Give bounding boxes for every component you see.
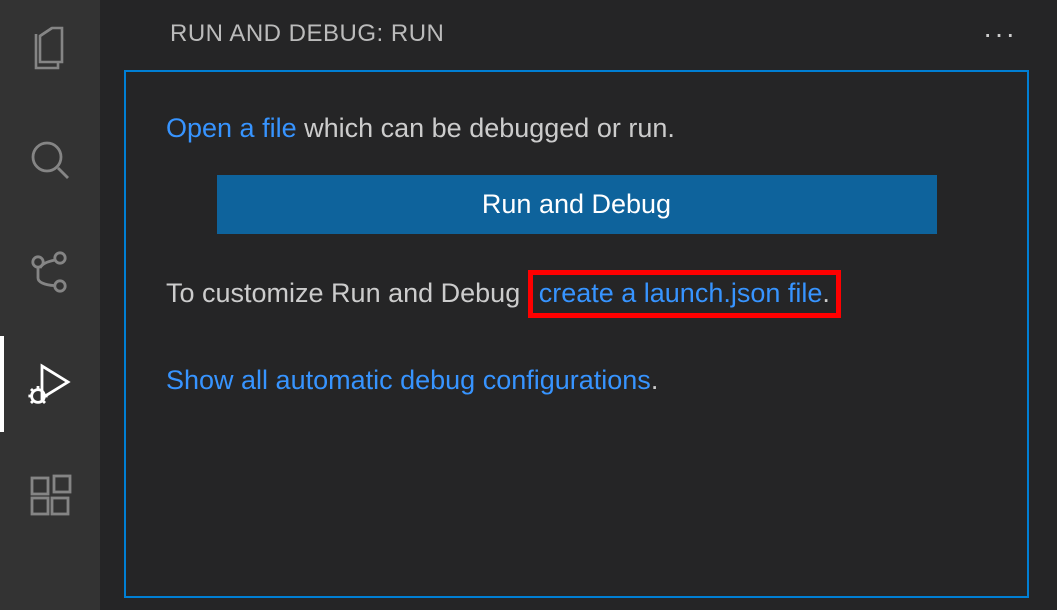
- activity-explorer[interactable]: [0, 18, 100, 78]
- activity-run-debug[interactable]: [0, 354, 100, 414]
- activity-source-control[interactable]: [0, 242, 100, 302]
- run-and-debug-button[interactable]: Run and Debug: [217, 175, 937, 234]
- run-debug-icon: [26, 360, 74, 408]
- open-file-tail: which can be debugged or run.: [297, 113, 675, 143]
- period-2: .: [651, 365, 659, 395]
- app-root: RUN AND DEBUG: RUN ··· Open a file which…: [0, 0, 1057, 610]
- create-launch-link[interactable]: create a launch.json file: [539, 278, 823, 308]
- run-debug-welcome: Open a file which can be debugged or run…: [124, 70, 1029, 598]
- show-all-line: Show all automatic debug configurations.: [166, 360, 987, 401]
- open-file-line: Open a file which can be debugged or run…: [166, 108, 987, 149]
- open-file-link[interactable]: Open a file: [166, 113, 297, 143]
- more-actions-button[interactable]: ···: [983, 27, 1027, 41]
- sidebar-title: RUN AND DEBUG: RUN: [170, 20, 444, 48]
- sidebar-header: RUN AND DEBUG: RUN ···: [100, 0, 1057, 70]
- customize-lead: To customize Run and Debug: [166, 278, 528, 308]
- explorer-icon: [26, 24, 74, 72]
- activity-search[interactable]: [0, 130, 100, 190]
- source-control-icon: [26, 248, 74, 296]
- extensions-icon: [26, 472, 74, 520]
- show-all-configs-link[interactable]: Show all automatic debug configurations: [166, 365, 651, 395]
- activity-extensions[interactable]: [0, 466, 100, 526]
- activity-bar: [0, 0, 100, 610]
- period: .: [822, 278, 830, 308]
- run-debug-sidebar: RUN AND DEBUG: RUN ··· Open a file which…: [100, 0, 1057, 610]
- customize-line: To customize Run and Debug create a laun…: [166, 270, 987, 318]
- create-launch-highlight: create a launch.json file.: [528, 270, 841, 318]
- search-icon: [26, 136, 74, 184]
